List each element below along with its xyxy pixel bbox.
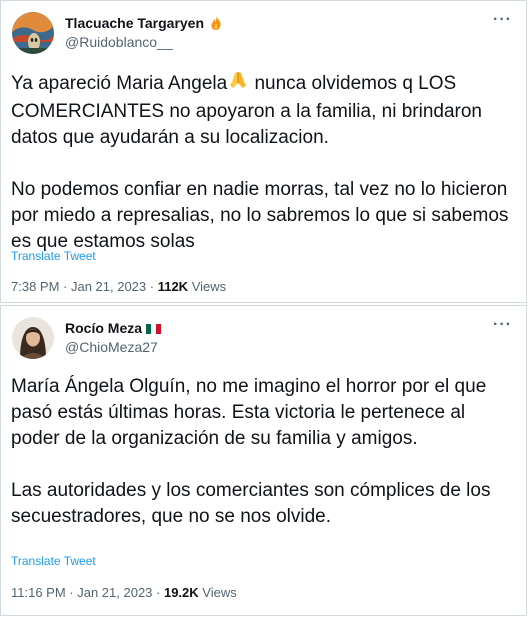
tweet-card: Tlacuache Targaryen @Ruidoblanco__ ··· Y… — [0, 0, 527, 303]
folded-hands-icon — [227, 69, 249, 99]
fire-icon — [208, 15, 224, 34]
more-options-button[interactable]: ··· — [493, 11, 512, 29]
tweet-timestamp[interactable]: 11:16 PM · Jan 21, 2023 · — [11, 585, 164, 600]
mexico-flag-icon — [146, 324, 162, 335]
tweet-paragraph: Ya apareció Maria Angela nunca olvidemos… — [11, 69, 516, 151]
tweet-card: Rocío Meza @ChioMeza27 ··· María Ángela … — [0, 305, 527, 616]
tweet-paragraph: Las autoridades y los comerciantes son c… — [11, 480, 491, 527]
view-count: 19.2K — [163, 585, 199, 600]
views-label: Views — [188, 279, 227, 294]
avatar[interactable] — [12, 12, 54, 54]
views-label: Views — [198, 585, 237, 600]
author-handle[interactable]: @ChioMeza27 — [65, 339, 158, 355]
tweet-text: Ya apareció Maria Angela nunca olvidemos… — [11, 69, 516, 255]
tweet-metadata: 7:38 PM · Jan 21, 2023 · 112K Views — [11, 279, 226, 294]
author-name[interactable]: Rocío Meza — [65, 320, 162, 336]
avatar[interactable] — [12, 317, 54, 359]
author-name[interactable]: Tlacuache Targaryen — [65, 15, 224, 34]
tweet-timestamp[interactable]: 7:38 PM · Jan 21, 2023 · — [11, 279, 158, 294]
tweet-metadata: 11:16 PM · Jan 21, 2023 · 19.2K Views — [11, 585, 237, 600]
more-options-button[interactable]: ··· — [493, 316, 512, 334]
tweet-text-segment: Ya apareció Maria Angela — [11, 73, 228, 95]
translate-tweet-link[interactable]: Translate Tweet — [11, 249, 96, 263]
tweet-paragraph: María Ángela Olguín, no me imagino el ho… — [11, 376, 487, 449]
view-count: 112K — [157, 279, 189, 294]
author-handle[interactable]: @Ruidoblanco__ — [65, 34, 173, 50]
author-name-text[interactable]: Rocío Meza — [65, 320, 142, 336]
translate-tweet-link[interactable]: Translate Tweet — [11, 554, 96, 568]
tweet-paragraph: No podemos confiar en nadie morras, tal … — [11, 179, 509, 252]
author-name-text[interactable]: Tlacuache Targaryen — [65, 15, 204, 31]
tweet-text: María Ángela Olguín, no me imagino el ho… — [11, 374, 516, 530]
